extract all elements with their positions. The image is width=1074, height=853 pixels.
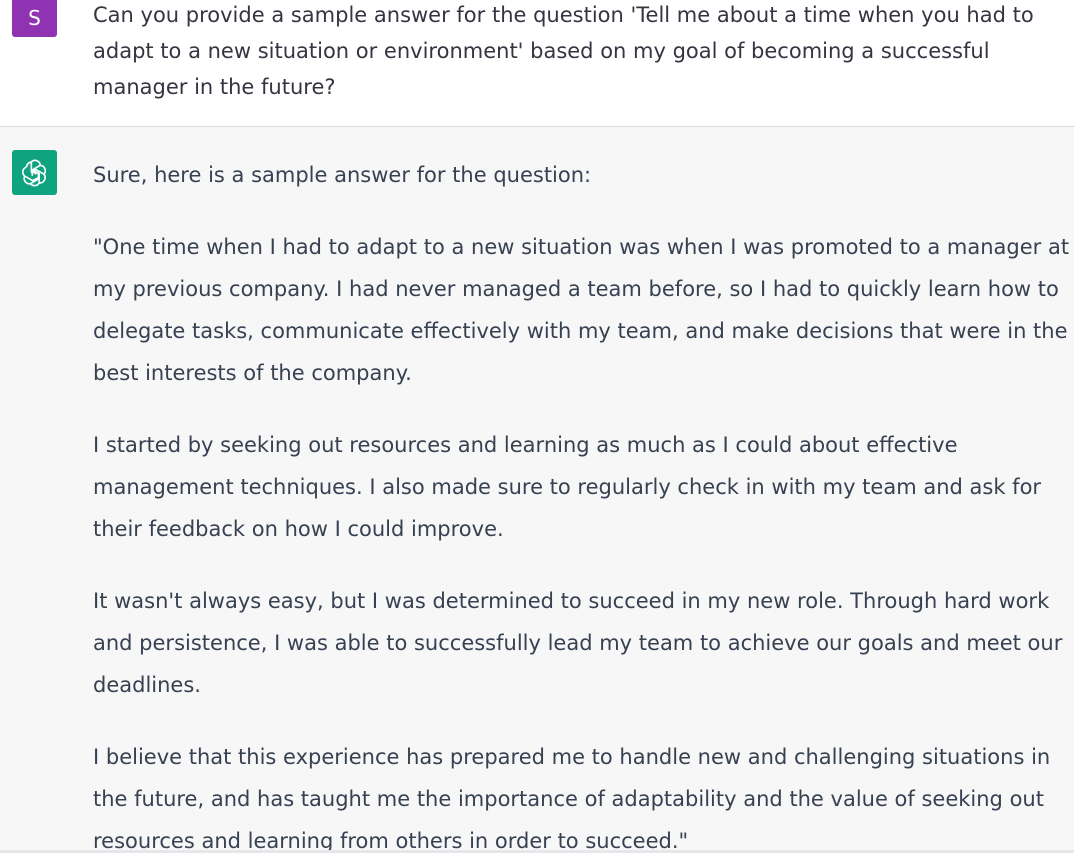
answer-paragraph: I started by seeking out resources and l… (93, 424, 1074, 550)
assistant-message: Sure, here is a sample answer for the qu… (0, 127, 1074, 853)
answer-line: resources and learning from others in or… (93, 829, 689, 853)
answer-line: best interests of the company. (93, 361, 412, 385)
answer-paragraph: Sure, here is a sample answer for the qu… (93, 154, 1074, 196)
answer-line: their feedback on how I could improve. (93, 517, 504, 541)
user-message-line: Can you provide a sample answer for the … (93, 3, 1034, 27)
answer-line: I started by seeking out resources and l… (93, 433, 958, 457)
answer-line: my previous company. I had never managed… (93, 277, 1059, 301)
user-message-line: manager in the future? (93, 75, 336, 99)
answer-line: and persistence, I was able to successfu… (93, 631, 1063, 655)
openai-logo-icon (22, 159, 47, 187)
answer-line: the future, and has taught me the import… (93, 787, 1044, 811)
answer-paragraph: I believe that this experience has prepa… (93, 736, 1074, 853)
answer-paragraph: "One time when I had to adapt to a new s… (93, 226, 1074, 394)
answer-paragraph: It wasn't always easy, but I was determi… (93, 580, 1074, 706)
answer-line: deadlines. (93, 673, 201, 697)
answer-line: It wasn't always easy, but I was determi… (93, 589, 1050, 613)
user-message: S Can you provide a sample answer for th… (0, 0, 1074, 127)
assistant-avatar (12, 150, 57, 195)
answer-line: "One time when I had to adapt to a new s… (93, 235, 1070, 259)
answer-line: management techniques. I also made sure … (93, 475, 1042, 499)
chat-transcript: S Can you provide a sample answer for th… (0, 0, 1074, 853)
answer-line: I believe that this experience has prepa… (93, 745, 1051, 769)
user-avatar: S (12, 0, 57, 37)
user-message-text: Can you provide a sample answer for the … (93, 0, 1063, 105)
answer-line: delegate tasks, communicate effectively … (93, 319, 1068, 343)
answer-line: Sure, here is a sample answer for the qu… (93, 163, 592, 187)
assistant-message-text: Sure, here is a sample answer for the qu… (93, 154, 1074, 853)
user-message-line: adapt to a new situation or environment'… (93, 39, 990, 63)
